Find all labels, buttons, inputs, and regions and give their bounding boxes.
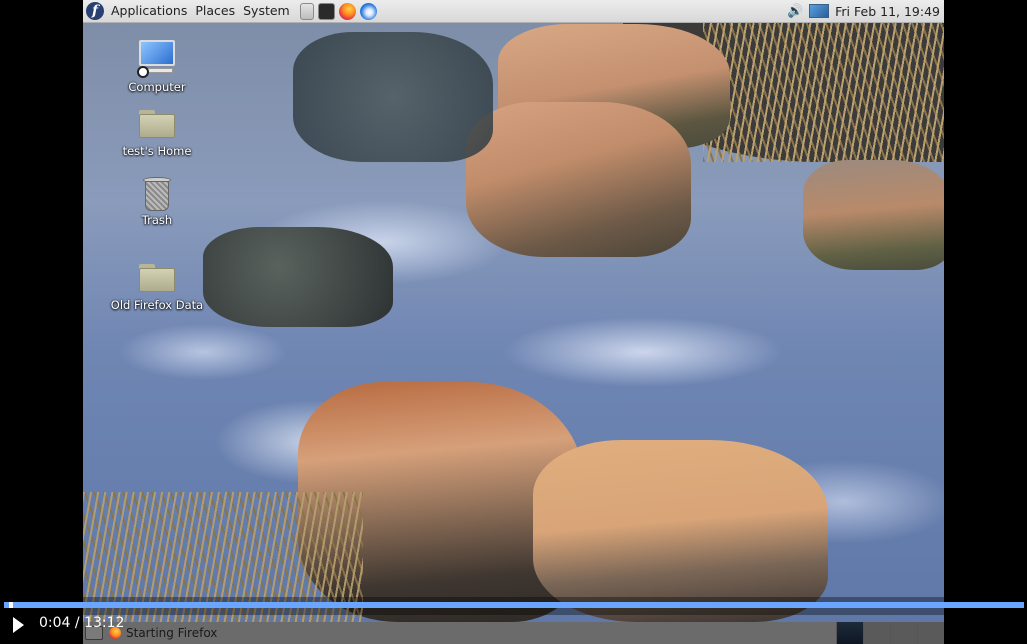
workspace-switcher (836, 622, 944, 644)
desktop-icon-trash[interactable]: Trash (109, 177, 205, 227)
wallpaper-rocks-top-left (293, 32, 493, 162)
volume-icon[interactable]: 🔊 (787, 4, 803, 19)
wallpaper-rock-mid (466, 102, 691, 257)
workspace-3[interactable] (890, 622, 917, 644)
seek-bar[interactable] (4, 602, 1024, 608)
file-cabinet-icon[interactable] (299, 2, 314, 20)
time-separator: / (74, 615, 80, 631)
play-icon[interactable] (13, 617, 24, 633)
menu-places[interactable]: Places (191, 0, 239, 22)
bottom-panel: Starting Firefox (83, 622, 944, 644)
desktop-icon-home[interactable]: test's Home (109, 110, 205, 158)
menu-applications[interactable]: Applications (107, 0, 191, 22)
thunderbird-icon[interactable] (359, 2, 377, 20)
current-time: 0:04 (39, 615, 71, 631)
desktop-icon-label: Trash (141, 213, 173, 227)
wallpaper-rock-right (803, 160, 944, 270)
wallpaper-rock-bottom-right (533, 440, 828, 622)
top-panel: f Applications Places System 🔊 Fri Feb 1… (83, 0, 944, 23)
menu-system[interactable]: System (239, 0, 294, 22)
firefox-icon[interactable] (338, 2, 356, 20)
workspace-2[interactable] (863, 622, 890, 644)
desktop-icon-old-firefox-data[interactable]: Old Firefox Data (109, 264, 205, 312)
wallpaper-rock-dark-left (203, 227, 393, 327)
trash-icon (143, 177, 171, 211)
desktop-icon-label: test's Home (122, 144, 192, 158)
seek-handle[interactable] (9, 602, 14, 608)
workspace-1[interactable] (836, 622, 863, 644)
network-icon[interactable] (809, 4, 830, 18)
desktop-icon-label: Old Firefox Data (110, 298, 204, 312)
time-display: 0:04 / 13:12 (39, 615, 124, 631)
folder-icon (139, 264, 175, 292)
terminal-icon[interactable] (317, 2, 335, 20)
fedora-logo-icon[interactable]: f (86, 2, 104, 20)
home-folder-icon (139, 110, 175, 138)
wallpaper (83, 12, 944, 622)
desktop-screen: f Applications Places System 🔊 Fri Feb 1… (83, 0, 944, 644)
task-firefox[interactable]: Starting Firefox (109, 626, 217, 640)
clock[interactable]: Fri Feb 11, 19:49 (835, 4, 940, 19)
wallpaper-grass-top (703, 22, 944, 162)
panel-tray: 🔊 Fri Feb 11, 19:49 (787, 4, 944, 19)
duration: 13:12 (84, 615, 125, 631)
task-label: Starting Firefox (126, 626, 218, 640)
computer-icon (137, 38, 177, 78)
desktop-icon-label: Computer (128, 80, 186, 94)
workspace-4[interactable] (917, 622, 944, 644)
desktop-icon-computer[interactable]: Computer (109, 38, 205, 94)
